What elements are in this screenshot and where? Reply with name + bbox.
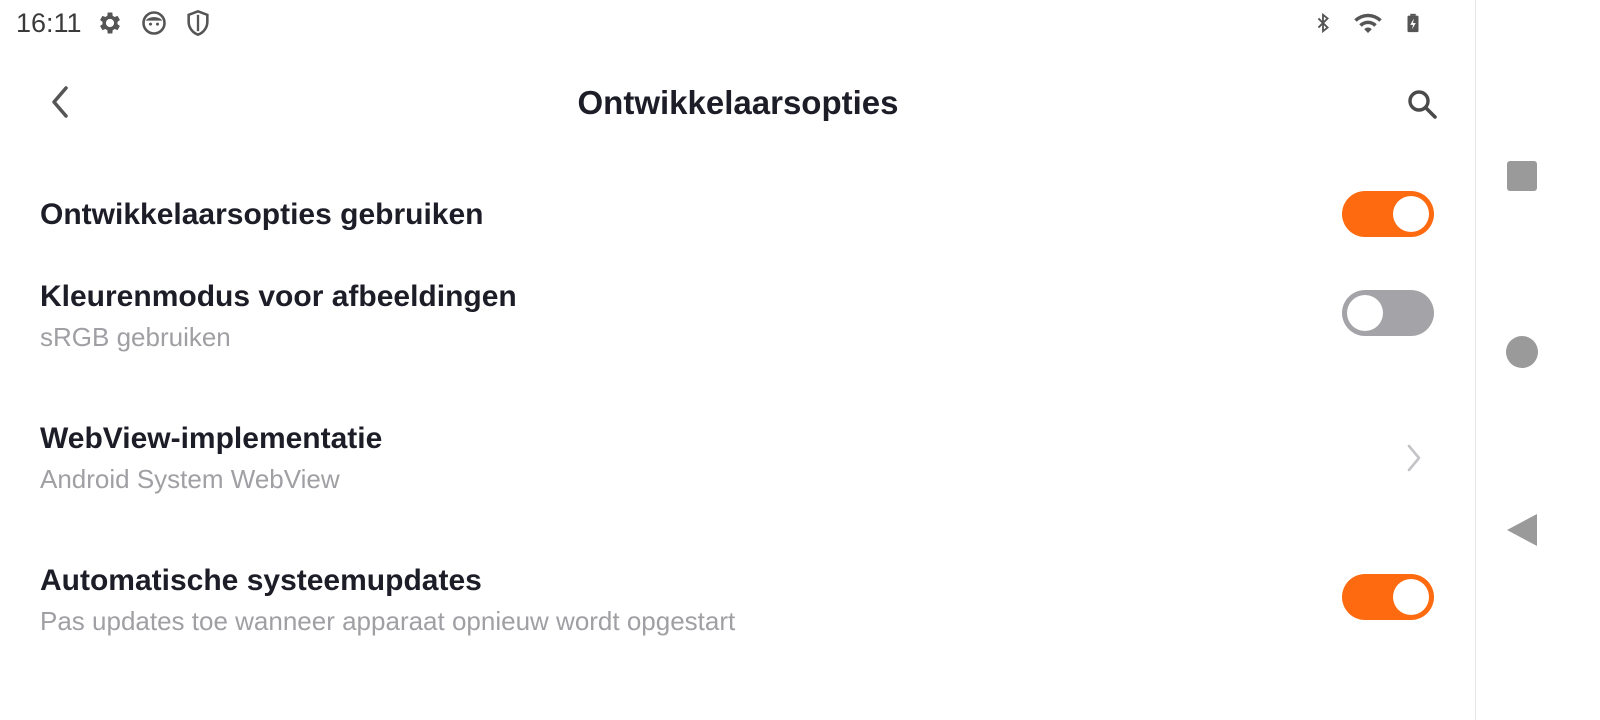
page-title: Ontwikkelaarsopties <box>577 84 899 121</box>
setting-row-developer-options[interactable]: Ontwikkelaarsopties gebruiken <box>0 170 1476 260</box>
toggle-knob <box>1393 196 1429 232</box>
setting-row-auto-updates[interactable]: Automatische systeemupdates Pas updates … <box>0 546 1476 656</box>
toggle-knob <box>1347 295 1383 331</box>
setting-title: Ontwikkelaarsopties gebruiken <box>40 198 484 231</box>
status-time: 16:11 <box>16 8 82 38</box>
status-right-icons <box>1312 8 1424 38</box>
setting-title: Automatische systeemupdates <box>40 564 482 597</box>
shield-icon <box>187 9 209 37</box>
setting-title: Kleurenmodus voor afbeeldingen <box>40 280 517 313</box>
setting-row-webview[interactable]: WebView-implementatie Android System Web… <box>0 404 1476 514</box>
color-mode-toggle[interactable] <box>1342 290 1434 336</box>
recents-button[interactable] <box>1498 152 1546 200</box>
back-nav-button[interactable] <box>1498 506 1546 554</box>
setting-title: WebView-implementatie <box>40 422 383 455</box>
setting-row-color-mode[interactable]: Kleurenmodus voor afbeeldingen sRGB gebr… <box>0 262 1476 372</box>
search-icon <box>1408 90 1437 119</box>
wifi-icon <box>1354 13 1382 33</box>
auto-updates-toggle[interactable] <box>1342 574 1434 620</box>
home-button[interactable] <box>1498 328 1546 376</box>
battery-charging-icon <box>1407 13 1419 33</box>
bluetooth-icon <box>1317 12 1329 34</box>
back-triangle-icon <box>1507 514 1537 546</box>
setting-subtitle: Pas updates toe wanneer apparaat opnieuw… <box>40 606 736 636</box>
chevron-right-icon <box>1407 444 1421 472</box>
status-left-icons <box>96 8 212 38</box>
recents-square-icon <box>1507 161 1537 191</box>
setting-subtitle: Android System WebView <box>40 464 340 494</box>
home-circle-icon <box>1506 336 1538 368</box>
settings-gear-icon <box>100 12 120 34</box>
search-button[interactable] <box>1402 84 1442 124</box>
app-bar: Ontwikkelaarsopties <box>0 64 1476 144</box>
toggle-knob <box>1393 579 1429 615</box>
developer-options-toggle[interactable] <box>1342 191 1434 237</box>
navigation-bar <box>1476 0 1600 720</box>
setting-subtitle: sRGB gebruiken <box>40 322 231 352</box>
face-icon <box>142 11 166 35</box>
status-bar: 16:11 <box>0 0 1476 48</box>
